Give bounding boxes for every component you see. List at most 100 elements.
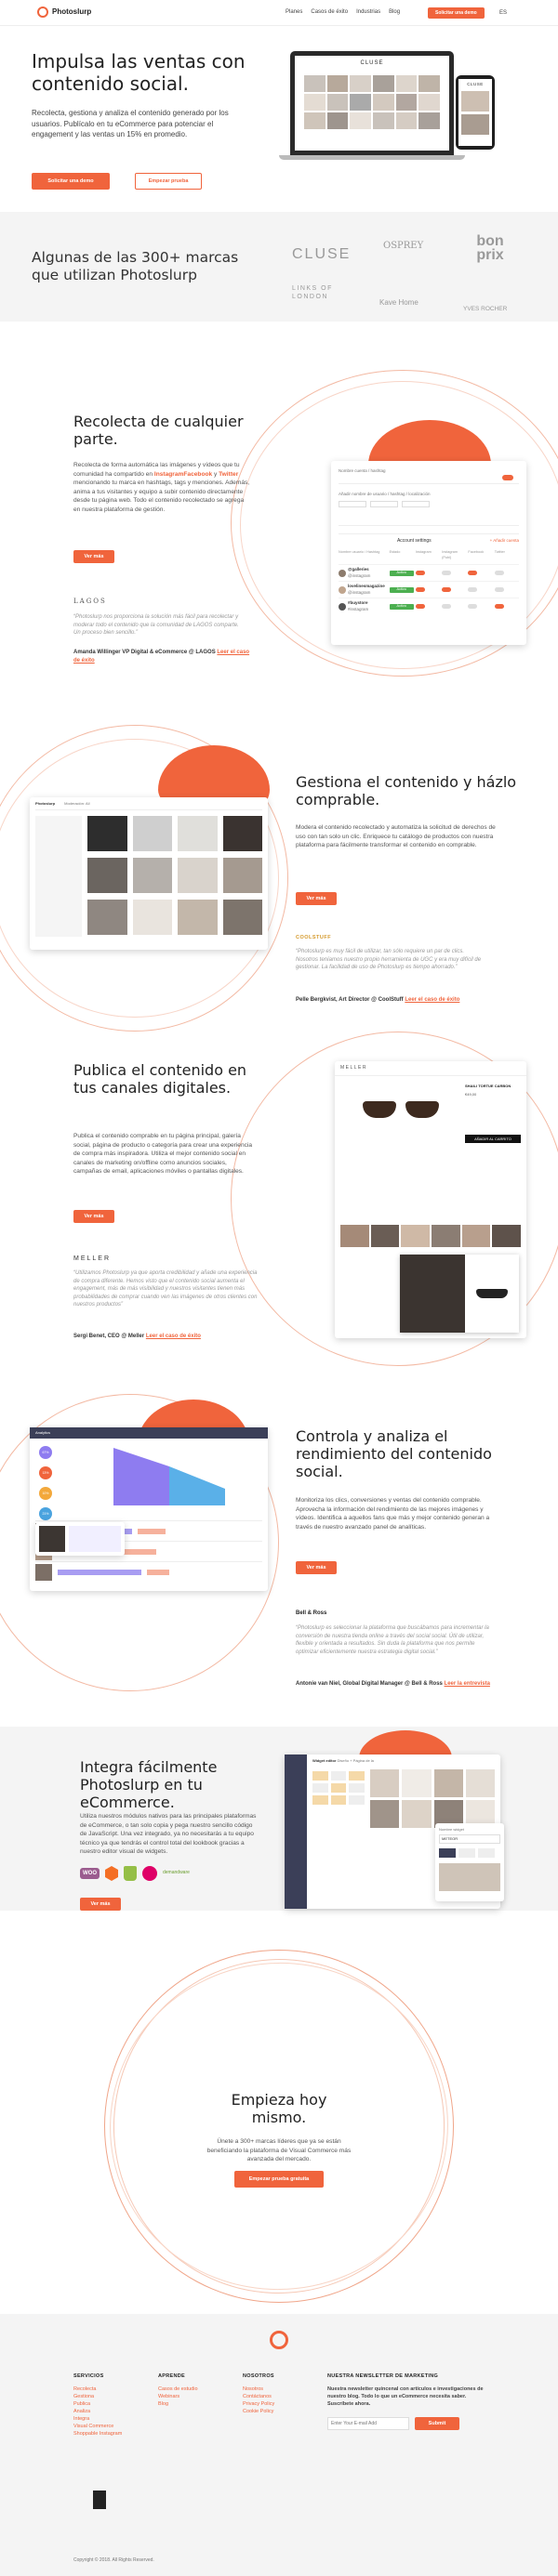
option-swatch[interactable] (330, 1771, 347, 1781)
tag-input[interactable] (339, 501, 366, 508)
newsletter-submit-button[interactable]: Submit (415, 2416, 459, 2430)
tag-input[interactable] (402, 501, 430, 508)
manage-case-link[interactable]: Leer el caso de éxito (405, 997, 459, 1003)
footer-learn: APRENDE Casos de estudio Webinars Blog (158, 2373, 198, 2408)
footer-link[interactable]: Publica (73, 2400, 122, 2408)
integrate-more-button[interactable]: Ver más (80, 1898, 121, 1911)
layout-option[interactable] (478, 1847, 495, 1858)
hero-demo-button[interactable]: Solicitar una demo (32, 173, 110, 190)
tag-input[interactable] (370, 501, 398, 508)
analyze-interview-link[interactable]: Leer la entrevista (445, 1681, 490, 1687)
footer-link[interactable]: Cookie Policy (243, 2408, 274, 2415)
ugc-product (465, 1255, 519, 1333)
toggle-icon[interactable] (468, 604, 478, 610)
add-account-link[interactable]: + Añadir cuenta (490, 538, 519, 545)
ugc-image[interactable] (431, 1225, 460, 1247)
footer-link[interactable]: Visual Commerce (73, 2423, 122, 2430)
footer-link[interactable]: Integra (73, 2415, 122, 2423)
option-swatch[interactable] (312, 1795, 328, 1805)
footer-link[interactable]: Analiza (73, 2408, 122, 2415)
language-switch[interactable]: ES (499, 9, 507, 18)
toggle-icon[interactable] (415, 587, 425, 593)
toggle-icon[interactable] (415, 604, 425, 610)
toggle-icon[interactable] (415, 571, 425, 576)
nav-link-blog[interactable]: Blog (389, 8, 400, 17)
footer-link[interactable]: Recolecta (73, 2385, 122, 2393)
cta-trial-button[interactable]: Empezar prueba gratuita (234, 2171, 324, 2188)
app-tab[interactable]: Moderación: All (64, 801, 89, 807)
collect-quote: “Photoslurp nos proporciona la solución … (73, 614, 239, 636)
media-row[interactable] (35, 1561, 262, 1582)
nav-demo-button[interactable]: Solicitar una demo (428, 7, 485, 19)
ugc-card[interactable] (178, 815, 218, 851)
toggle-icon[interactable] (442, 587, 452, 593)
ugc-image[interactable] (340, 1225, 369, 1247)
media-chart (69, 1526, 121, 1552)
widget-name-field[interactable]: METEOR (439, 1833, 500, 1844)
nav-link-industrias[interactable]: Industrias (356, 8, 380, 17)
footer-logo-icon[interactable] (270, 2331, 288, 2349)
footer-link[interactable]: Webinars (158, 2393, 198, 2400)
publish-case-link[interactable]: Leer el caso de éxito (146, 1334, 201, 1339)
toggle-icon[interactable] (442, 571, 452, 576)
hero-trial-button[interactable]: Empezar prueba (135, 173, 202, 190)
ugc-card[interactable] (132, 815, 172, 851)
toggle-icon[interactable] (468, 571, 478, 576)
toggle-icon[interactable] (502, 474, 513, 480)
option-swatch[interactable] (330, 1795, 347, 1805)
footer-link[interactable]: Casos de estudio (158, 2385, 198, 2393)
footer-link[interactable]: Contáctanos (243, 2393, 274, 2400)
ugc-card[interactable] (132, 900, 172, 936)
table-row[interactable]: @galleries @instagram Activo (339, 564, 519, 581)
ugc-card[interactable] (87, 900, 127, 936)
publish-more-button[interactable]: Ver más (73, 1210, 114, 1223)
footer-link[interactable]: Shoppable Instagram (73, 2430, 122, 2438)
ugc-card[interactable] (222, 815, 262, 851)
twitter-link[interactable]: Twitter (219, 471, 238, 478)
nav-link-planes[interactable]: Planes (286, 8, 302, 17)
footer-link[interactable]: Nosotros (243, 2385, 274, 2393)
toggle-icon[interactable] (494, 587, 504, 593)
editor-tab[interactable]: Diseño + Página de la (338, 1758, 374, 1763)
layout-option[interactable] (458, 1847, 475, 1858)
ugc-card[interactable] (222, 858, 262, 894)
ugc-card[interactable] (178, 858, 218, 894)
ugc-card[interactable] (222, 900, 262, 936)
newsletter-email-input[interactable] (327, 2416, 409, 2430)
logo[interactable]: Photoslurp (37, 7, 91, 18)
toggle-icon[interactable] (442, 604, 452, 610)
option-swatch[interactable] (312, 1783, 328, 1793)
option-swatch[interactable] (312, 1771, 328, 1781)
ugc-image[interactable] (461, 1225, 491, 1247)
option-swatch[interactable] (330, 1783, 347, 1793)
collect-more-button[interactable]: Ver más (73, 550, 114, 563)
footer-link[interactable]: Gestiona (73, 2393, 122, 2400)
instagram-link[interactable]: Instagram (154, 471, 184, 478)
analyze-more-button[interactable]: Ver más (296, 1561, 337, 1574)
option-swatch[interactable] (349, 1771, 365, 1781)
footer-link[interactable]: Blog (158, 2400, 198, 2408)
toggle-icon[interactable] (494, 571, 504, 576)
nav-link-casos[interactable]: Casos de éxito (311, 8, 348, 17)
stat-bubble: 13% (39, 1466, 52, 1479)
shop-topbar: MELLER (335, 1061, 526, 1077)
ugc-card[interactable] (87, 815, 127, 851)
footer-link[interactable]: Privacy Policy (243, 2400, 274, 2408)
option-swatch[interactable] (349, 1795, 365, 1805)
add-to-cart-button[interactable]: AÑADIR AL CARRITO (465, 1134, 521, 1144)
facebook-link[interactable]: Facebook (183, 471, 212, 478)
table-row[interactable]: lovelinesmagazine @instagram Activo (339, 581, 519, 598)
option-swatch[interactable] (349, 1783, 365, 1793)
table-row[interactable]: #buystore #instagram Activo (339, 598, 519, 614)
ugc-card[interactable] (132, 858, 172, 894)
ugc-image[interactable] (492, 1225, 521, 1247)
toggle-icon[interactable] (494, 604, 504, 610)
ugc-image[interactable] (370, 1225, 400, 1247)
layout-option[interactable] (439, 1847, 456, 1858)
ugc-card[interactable] (87, 858, 127, 894)
ugc-image[interactable] (401, 1225, 430, 1247)
ugc-card[interactable] (178, 900, 218, 936)
gallery-image (372, 74, 394, 92)
toggle-icon[interactable] (468, 587, 478, 593)
manage-more-button[interactable]: Ver más (296, 892, 337, 905)
